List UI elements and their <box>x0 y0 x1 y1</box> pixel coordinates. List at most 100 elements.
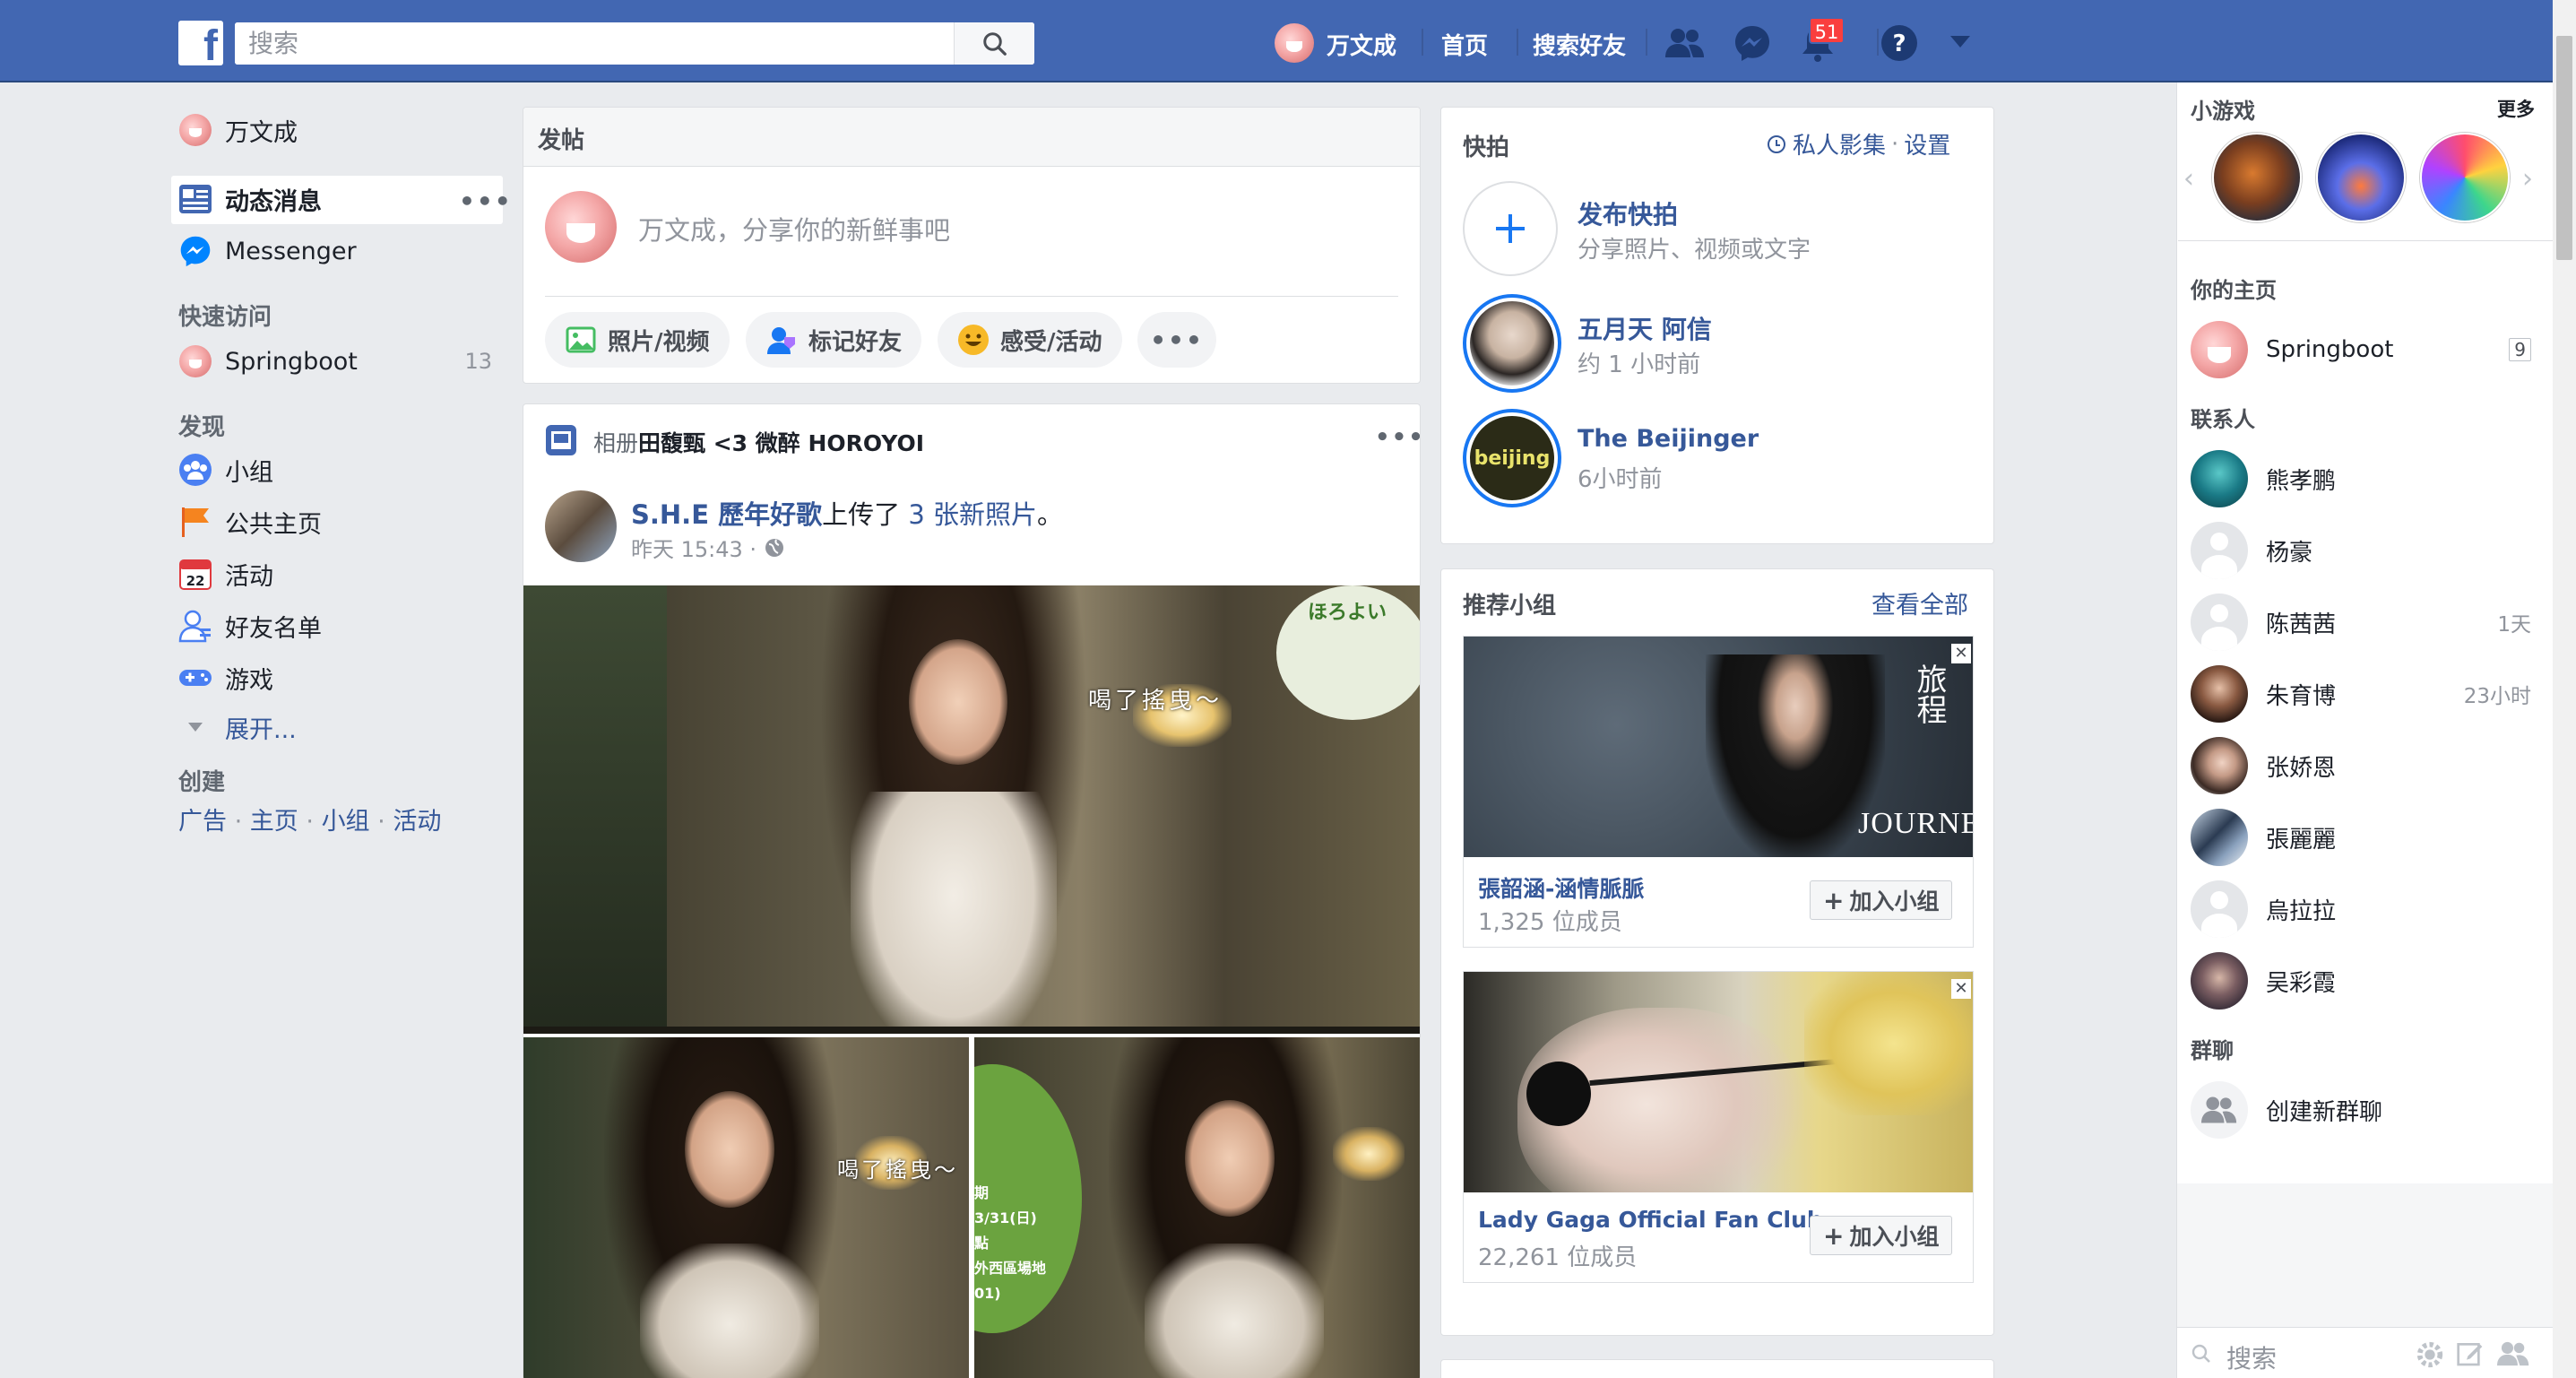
create-group-chat-button[interactable]: 创建新群聊 <box>2191 1081 2531 1139</box>
sidebar-item-events[interactable]: 22 活动 <box>178 553 273 594</box>
add-story-button[interactable] <box>1463 181 1558 276</box>
composer-input[interactable]: 万文成，分享你的新鲜事吧 <box>638 210 1391 247</box>
contact-item[interactable]: 吴彩霞 <box>2191 952 2531 1010</box>
create-event-link[interactable]: 活动 <box>393 808 441 836</box>
user-avatar[interactable] <box>1275 23 1314 63</box>
plus-icon <box>1496 214 1525 243</box>
chat-settings-gear-icon[interactable] <box>2415 1339 2445 1370</box>
story-avatar-ashin[interactable] <box>1463 294 1561 393</box>
contact-item[interactable]: 朱育博 23小时 <box>2191 665 2531 723</box>
feeling-smiley-icon <box>958 325 989 355</box>
join-group-button-2[interactable]: + 加入小组 <box>1810 1216 1953 1255</box>
cover-vertical-text: 旅程 <box>1911 663 1947 724</box>
page-count-badge: 9 <box>2509 338 2531 361</box>
add-story-title[interactable]: 发布快拍 <box>1578 195 1678 231</box>
archive-clock-icon <box>1768 134 1785 153</box>
sidebar-item-news-feed[interactable]: 动态消息 <box>178 178 501 220</box>
feeling-activity-button[interactable]: 感受/活动 <box>938 312 1122 368</box>
story-name-beijinger[interactable]: The Beijinger <box>1578 425 1759 453</box>
post-photo-main[interactable]: ほろよい 喝了搖曳～ <box>523 585 1420 1034</box>
group-name-2[interactable]: Lady Gaga Official Fan Club <box>1478 1207 1823 1233</box>
sidebar-item-friend-lists[interactable]: 好友名单 <box>178 605 322 646</box>
create-group-link[interactable]: 小组 <box>322 808 370 836</box>
facebook-logo[interactable]: f <box>178 21 223 65</box>
search-input[interactable] <box>235 22 952 65</box>
group-cover-2[interactable] <box>1464 972 1973 1192</box>
new-photos-link[interactable]: 3 张新照片 <box>908 499 1037 530</box>
composer-title: 发帖 <box>538 127 585 154</box>
page-avatar[interactable] <box>545 490 617 562</box>
home-link[interactable]: 首页 <box>1441 28 1488 61</box>
news-feed-more-icon[interactable]: ••• <box>459 186 513 216</box>
notification-count-badge: 51 <box>1809 17 1845 44</box>
create-page-link[interactable]: 主页 <box>250 808 298 836</box>
find-friends-link[interactable]: 搜索好友 <box>1533 28 1626 61</box>
scrollbar-thumb[interactable] <box>2556 36 2572 260</box>
contact-last-active: 23小时 <box>2463 685 2531 708</box>
sidebar-item-messenger[interactable]: Messenger <box>178 230 357 272</box>
profile-link[interactable]: 万文成 <box>1327 28 1396 61</box>
games-prev-chevron-icon[interactable]: ‹ <box>2183 163 2194 195</box>
shortcut-count: 13 <box>464 349 492 374</box>
post-options-icon[interactable]: ••• <box>1375 424 1420 451</box>
nav-divider <box>1646 29 1647 56</box>
globe-privacy-icon[interactable] <box>764 537 785 559</box>
left-nav-user-name: 万文成 <box>225 118 298 147</box>
story-settings-link[interactable]: 设置 <box>1904 127 1950 160</box>
story-archive-link[interactable]: 私人影集 <box>1793 127 1886 160</box>
account-menu-arrow-icon[interactable] <box>1950 36 1970 48</box>
new-message-compose-icon[interactable] <box>2456 1339 2485 1368</box>
friend-requests-icon[interactable] <box>1665 27 1705 59</box>
composer-more-button[interactable]: ••• <box>1137 312 1216 368</box>
help-icon[interactable]: ? <box>1880 24 1918 62</box>
game-thumbnail-3[interactable] <box>2420 133 2510 222</box>
groups-icon <box>179 454 212 486</box>
group-name-1[interactable]: 張韶涵-涵情脈脈 <box>1478 871 1644 904</box>
chat-search-input[interactable]: 搜索 <box>2226 1339 2277 1375</box>
search-button[interactable] <box>954 22 1034 65</box>
sidebar-item-pages[interactable]: 公共主页 <box>178 501 322 542</box>
contact-avatar <box>2191 450 2248 507</box>
contact-item[interactable]: 張麗麗 <box>2191 809 2531 866</box>
album-icon <box>546 425 576 455</box>
tag-friends-button[interactable]: 标记好友 <box>746 312 922 368</box>
sidebar-empty-area <box>2177 1183 2553 1327</box>
sidebar-page-springboot[interactable]: Springboot 9 <box>2191 321 2531 378</box>
svg-text:?: ? <box>1892 30 1906 57</box>
sidebar-item-groups[interactable]: 小组 <box>178 449 273 490</box>
shortcut-item-springboot[interactable]: Springboot 13 <box>178 341 492 382</box>
post-photo-3[interactable]: 期 3/31(日) 點 外西區場地 01) <box>974 1037 1420 1378</box>
story-avatar-beijinger[interactable]: beijing <box>1463 409 1561 507</box>
join-group-button-1[interactable]: + 加入小组 <box>1810 880 1953 920</box>
dismiss-group-close-icon[interactable]: ✕ <box>1951 979 1971 999</box>
contact-item[interactable]: 烏拉拉 <box>2191 880 2531 938</box>
game-thumbnail-1[interactable] <box>2212 133 2302 222</box>
contact-last-active: 1天 <box>2497 613 2531 637</box>
left-nav-profile[interactable]: 万文成 <box>178 109 501 151</box>
messenger-icon[interactable] <box>1733 24 1771 62</box>
new-group-avatar <box>2191 1081 2248 1139</box>
see-all-groups-link[interactable]: 查看全部 <box>1871 585 1968 620</box>
plus-icon: + <box>1823 885 1845 915</box>
add-story-subtitle: 分享照片、视频或文字 <box>1578 237 1811 264</box>
dismiss-group-close-icon[interactable]: ✕ <box>1951 644 1971 663</box>
post-author-link[interactable]: S.H.E 歷年好歌 <box>631 499 822 530</box>
create-ad-link[interactable]: 广告 <box>178 808 227 836</box>
contact-item[interactable]: 张娇恩 <box>2191 737 2531 794</box>
story-name-ashin[interactable]: 五月天 阿信 <box>1578 310 1712 346</box>
post-timestamp[interactable]: 昨天 15:43 · <box>631 532 756 563</box>
new-group-chat-icon[interactable] <box>2497 1339 2529 1368</box>
post-photo-2[interactable]: 喝了搖曳～ <box>523 1037 969 1378</box>
events-calendar-icon: 22 <box>179 559 212 590</box>
games-more-link[interactable]: 更多 <box>2497 95 2535 122</box>
album-name-link[interactable]: 田馥甄 <3 微醉 HOROYOI <box>638 430 924 456</box>
sidebar-item-games[interactable]: 游戏 <box>178 657 273 698</box>
contact-item[interactable]: 熊孝鹏 <box>2191 450 2531 507</box>
contact-item[interactable]: 陈茜茜 1天 <box>2191 594 2531 651</box>
photo-video-button[interactable]: 照片/视频 <box>545 312 730 368</box>
see-more-toggle[interactable]: 展开... <box>178 706 297 748</box>
contact-item[interactable]: 杨豪 <box>2191 522 2531 579</box>
group-cover-1[interactable]: JOURNEY 旅程 <box>1464 637 1973 857</box>
games-next-chevron-icon[interactable]: › <box>2522 163 2533 195</box>
game-thumbnail-2[interactable] <box>2316 133 2406 222</box>
